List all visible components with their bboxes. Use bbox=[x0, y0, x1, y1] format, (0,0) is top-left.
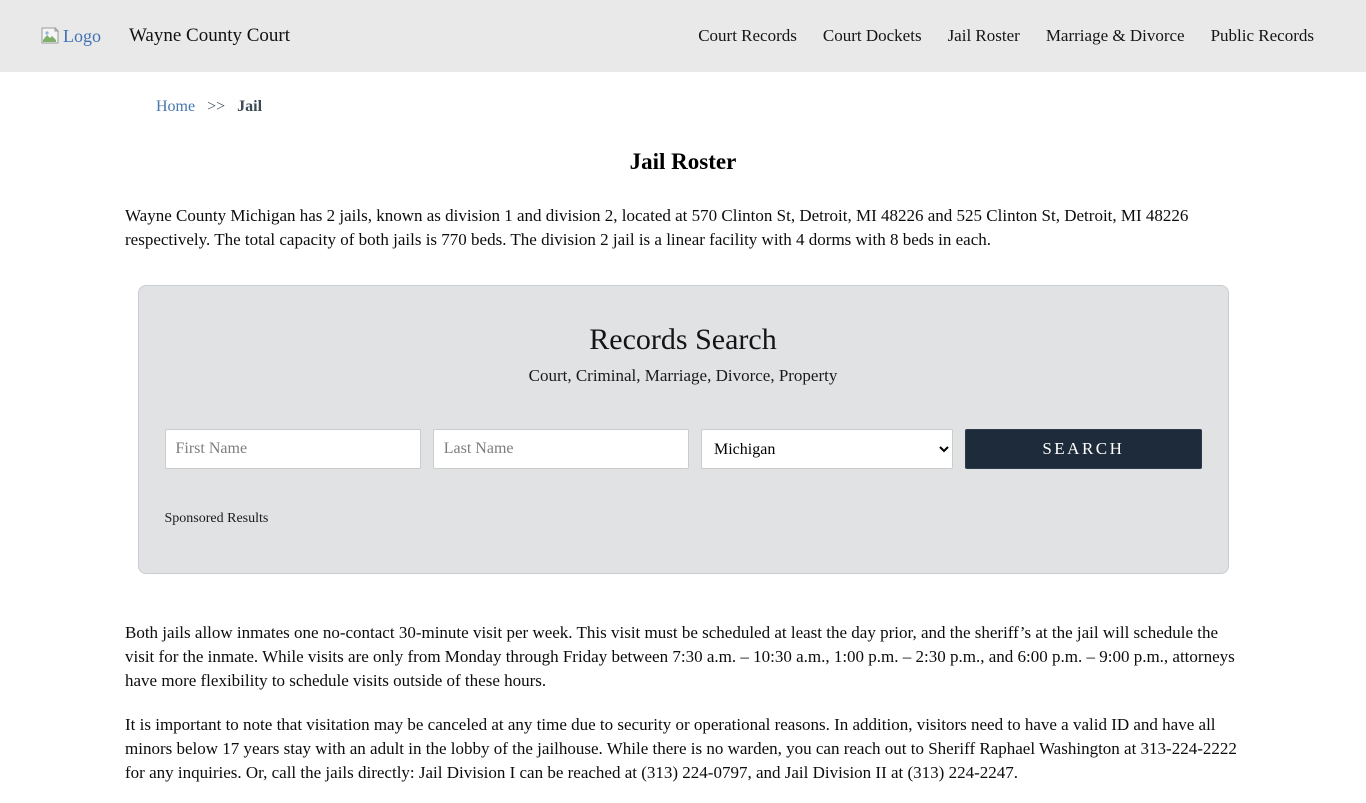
page-title: Jail Roster bbox=[629, 149, 737, 174]
records-search-panel: Records Search Court, Criminal, Marriage… bbox=[137, 285, 1229, 574]
records-search-form: Michigan SEARCH bbox=[164, 429, 1202, 469]
breadcrumb-separator: >> bbox=[207, 98, 226, 115]
search-button[interactable]: SEARCH bbox=[965, 429, 1202, 469]
site-title: Wayne County Court bbox=[129, 25, 291, 46]
broken-image-icon bbox=[40, 27, 60, 45]
last-name-input[interactable] bbox=[432, 429, 689, 469]
site-header: Logo Wayne County Court Court Records Co… bbox=[0, 0, 1366, 72]
records-search-title: Records Search bbox=[589, 323, 777, 356]
main-nav: Court Records Court Dockets Jail Roster … bbox=[698, 26, 1326, 46]
intro-paragraph: Wayne County Michigan has 2 jails, known… bbox=[125, 206, 1189, 249]
first-name-input[interactable] bbox=[164, 429, 421, 469]
brand-group: Logo Wayne County Court bbox=[40, 25, 290, 47]
nav-jail-roster[interactable]: Jail Roster bbox=[948, 26, 1020, 46]
nav-court-dockets[interactable]: Court Dockets bbox=[823, 26, 922, 46]
sponsored-results-label: Sponsored Results bbox=[164, 511, 269, 526]
breadcrumb-home-link[interactable]: Home bbox=[156, 98, 195, 115]
records-search-subtitle: Court, Criminal, Marriage, Divorce, Prop… bbox=[528, 366, 838, 385]
visitation-note-paragraph: It is important to note that visitation … bbox=[125, 715, 1237, 782]
site-logo[interactable]: Logo bbox=[40, 26, 101, 47]
logo-alt-text: Logo bbox=[63, 25, 101, 46]
nav-public-records[interactable]: Public Records bbox=[1211, 26, 1314, 46]
breadcrumb: Home >> Jail bbox=[125, 72, 1241, 116]
main-content: Home >> Jail Jail Roster Wayne County Mi… bbox=[125, 72, 1241, 785]
breadcrumb-current: Jail bbox=[237, 98, 263, 115]
nav-court-records[interactable]: Court Records bbox=[698, 26, 797, 46]
state-select[interactable]: Michigan bbox=[701, 429, 954, 469]
nav-marriage-divorce[interactable]: Marriage & Divorce bbox=[1046, 26, 1185, 46]
visit-info-paragraph: Both jails allow inmates one no-contact … bbox=[125, 623, 1235, 690]
